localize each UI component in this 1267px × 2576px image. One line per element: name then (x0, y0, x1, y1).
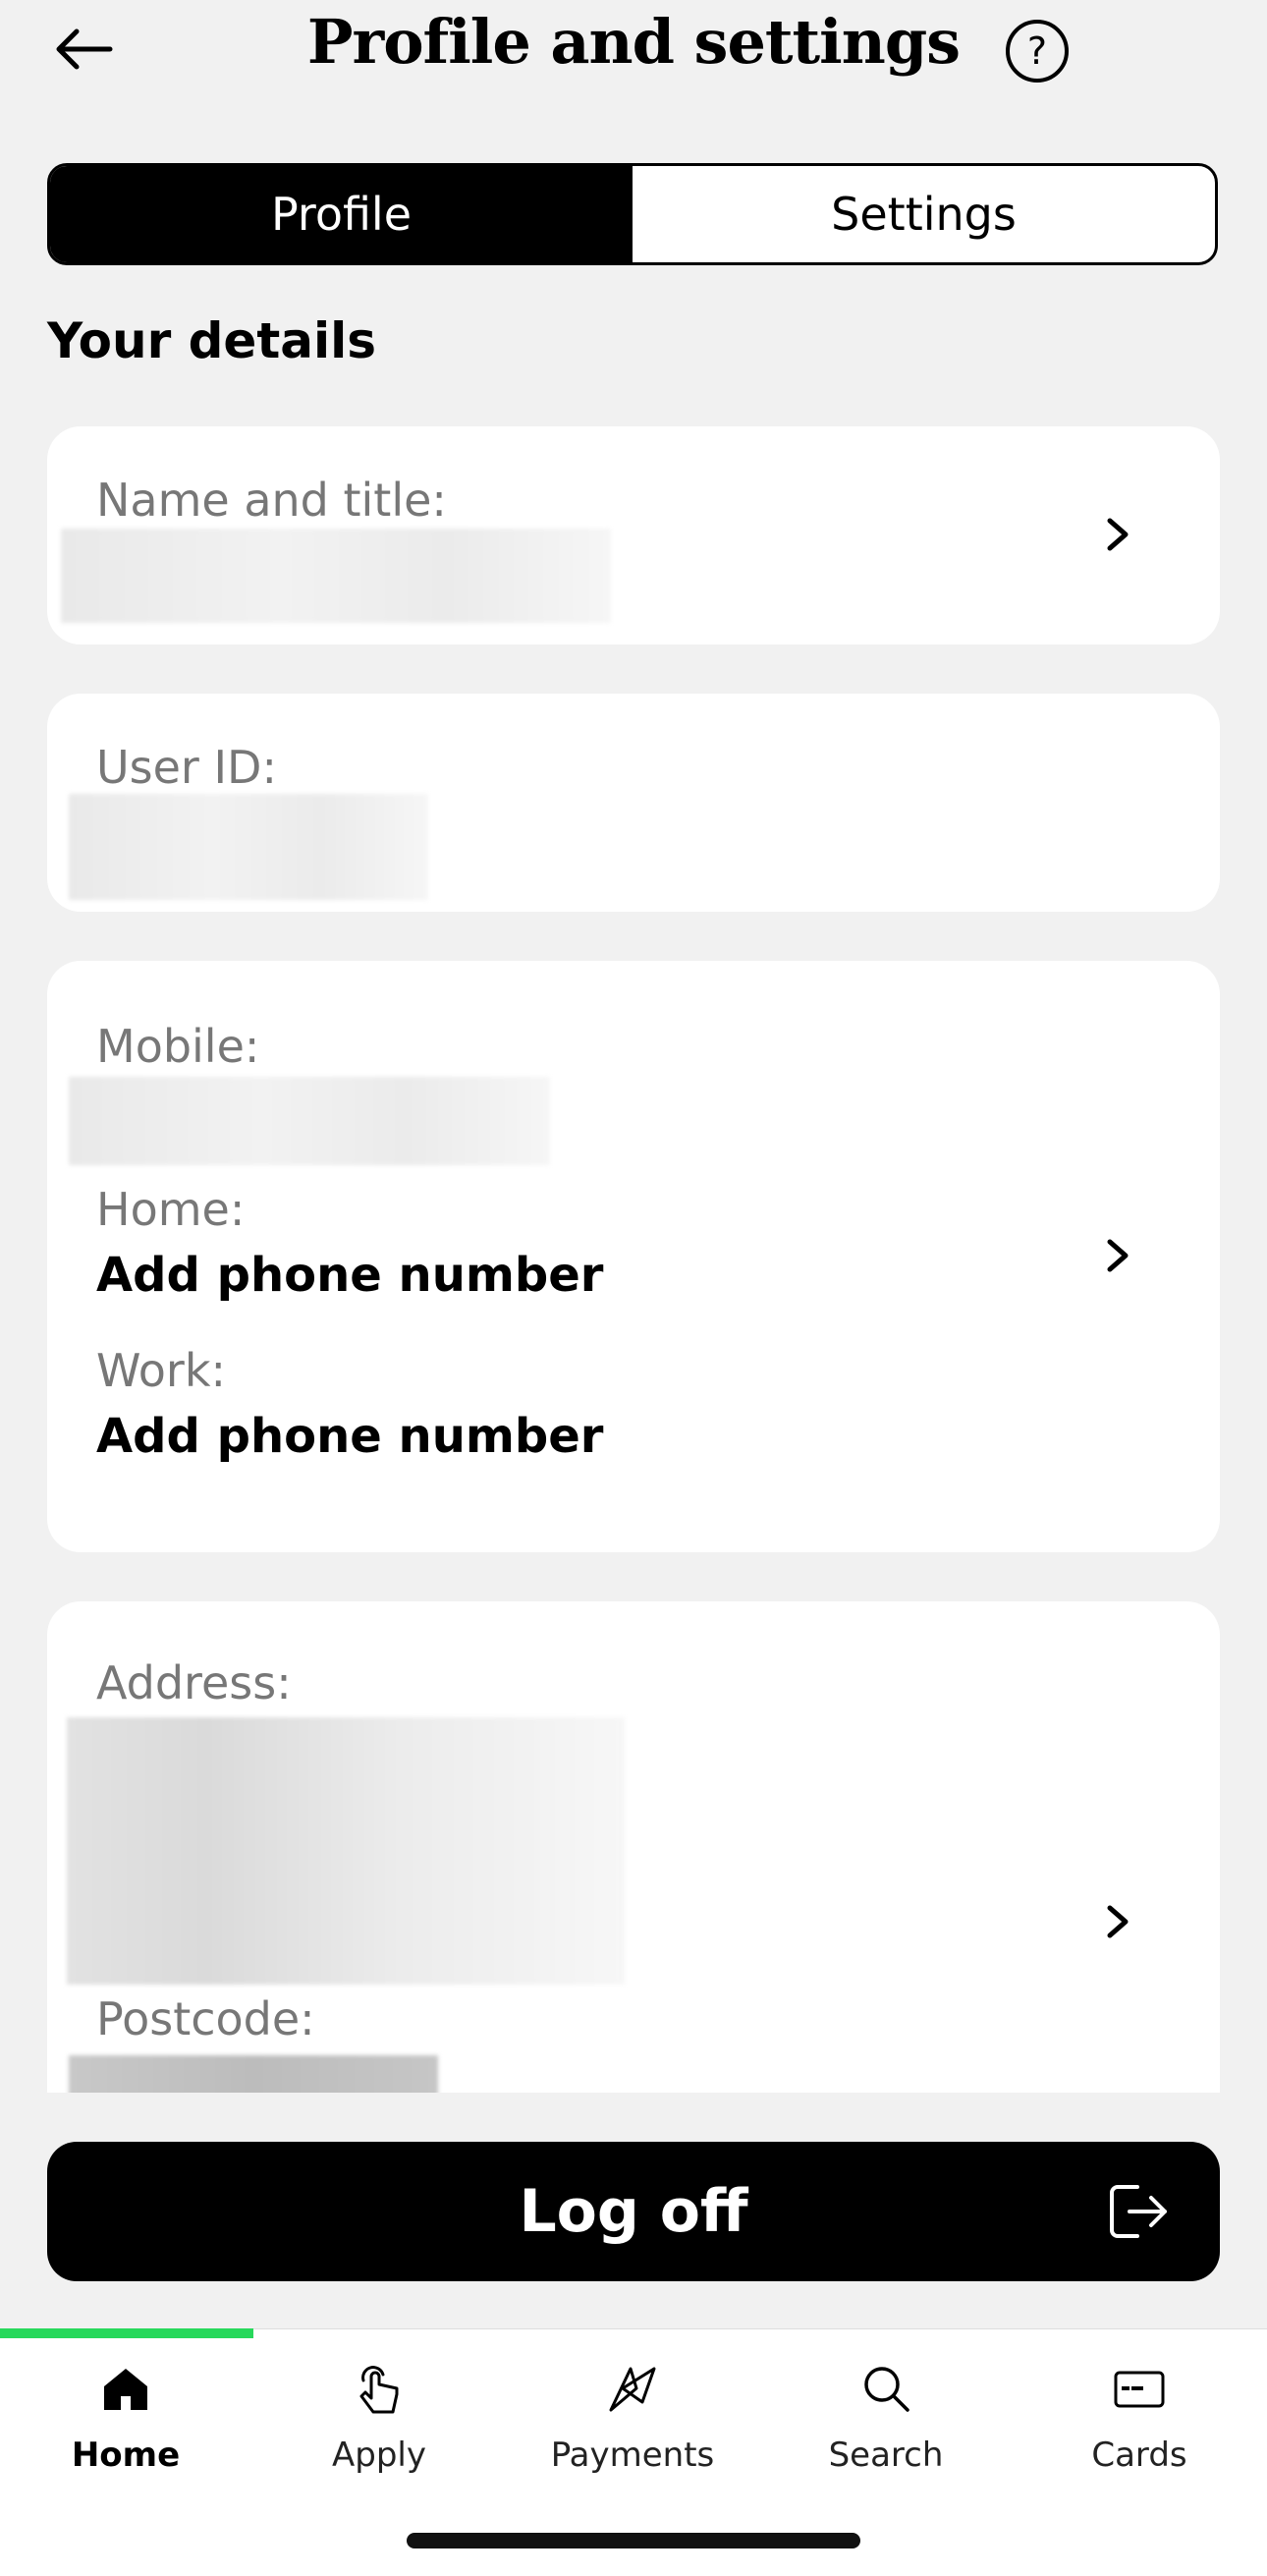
postcode-value-redacted (69, 2055, 438, 2093)
address-label: Address: (96, 1656, 292, 1709)
page-title: Profile and settings (306, 6, 961, 78)
card-icon (1114, 2371, 1165, 2408)
home-icon (104, 2369, 147, 2410)
chevron-right-icon (1107, 518, 1129, 551)
phone-numbers-card[interactable]: Mobile: Home: Add phone number Work: Add… (47, 961, 1220, 1552)
work-label: Work: (96, 1344, 226, 1397)
chevron-right-icon (1107, 1239, 1129, 1272)
nav-label-apply: Apply (332, 2436, 426, 2475)
name-card[interactable]: Name and title: (47, 426, 1220, 644)
home-label: Home: (96, 1183, 246, 1236)
mobile-label: Mobile: (96, 1020, 260, 1073)
profile-settings-toggle: Profile Settings (47, 163, 1218, 265)
nav-item-home[interactable]: Home (18, 2359, 234, 2475)
name-label: Name and title: (96, 474, 447, 527)
home-phone-value: Add phone number (96, 1248, 604, 1303)
nav-item-cards[interactable]: Cards (1031, 2359, 1247, 2475)
tab-settings[interactable]: Settings (633, 166, 1215, 262)
log-off-label: Log off (519, 2177, 748, 2246)
help-button[interactable]: ? (1004, 18, 1071, 84)
user-id-value-redacted (69, 794, 428, 900)
nav-label-cards: Cards (1091, 2436, 1187, 2475)
postcode-label: Postcode: (96, 1992, 315, 2045)
nav-label-search: Search (828, 2436, 944, 2475)
nav-label-payments: Payments (550, 2436, 715, 2475)
payments-icon (609, 2367, 656, 2412)
name-value-redacted (61, 529, 611, 623)
header: Profile and settings ? (0, 0, 1267, 108)
address-value-redacted (67, 1717, 625, 1985)
work-phone-value: Add phone number (96, 1409, 604, 1464)
progress-indicator (0, 2328, 253, 2338)
section-title: Your details (47, 312, 377, 369)
help-icon: ? (1006, 20, 1069, 83)
tab-profile[interactable]: Profile (50, 166, 633, 262)
nav-item-search[interactable]: Search (778, 2359, 994, 2475)
log-off-button[interactable]: Log off (47, 2142, 1220, 2281)
mobile-value-redacted (69, 1077, 550, 1165)
svg-text:?: ? (1027, 29, 1047, 73)
user-id-label: User ID: (96, 741, 277, 794)
user-id-card: User ID: (47, 694, 1220, 912)
nav-item-apply[interactable]: Apply (271, 2359, 487, 2475)
tap-hand-icon (359, 2366, 399, 2414)
nav-item-payments[interactable]: Payments (524, 2359, 741, 2475)
nav-label-home: Home (71, 2436, 181, 2475)
search-icon (864, 2367, 909, 2412)
address-card[interactable]: Address: Postcode: (47, 1601, 1220, 2093)
logout-icon (1110, 2185, 1167, 2238)
chevron-right-icon (1107, 1905, 1129, 1938)
home-indicator (407, 2533, 860, 2548)
